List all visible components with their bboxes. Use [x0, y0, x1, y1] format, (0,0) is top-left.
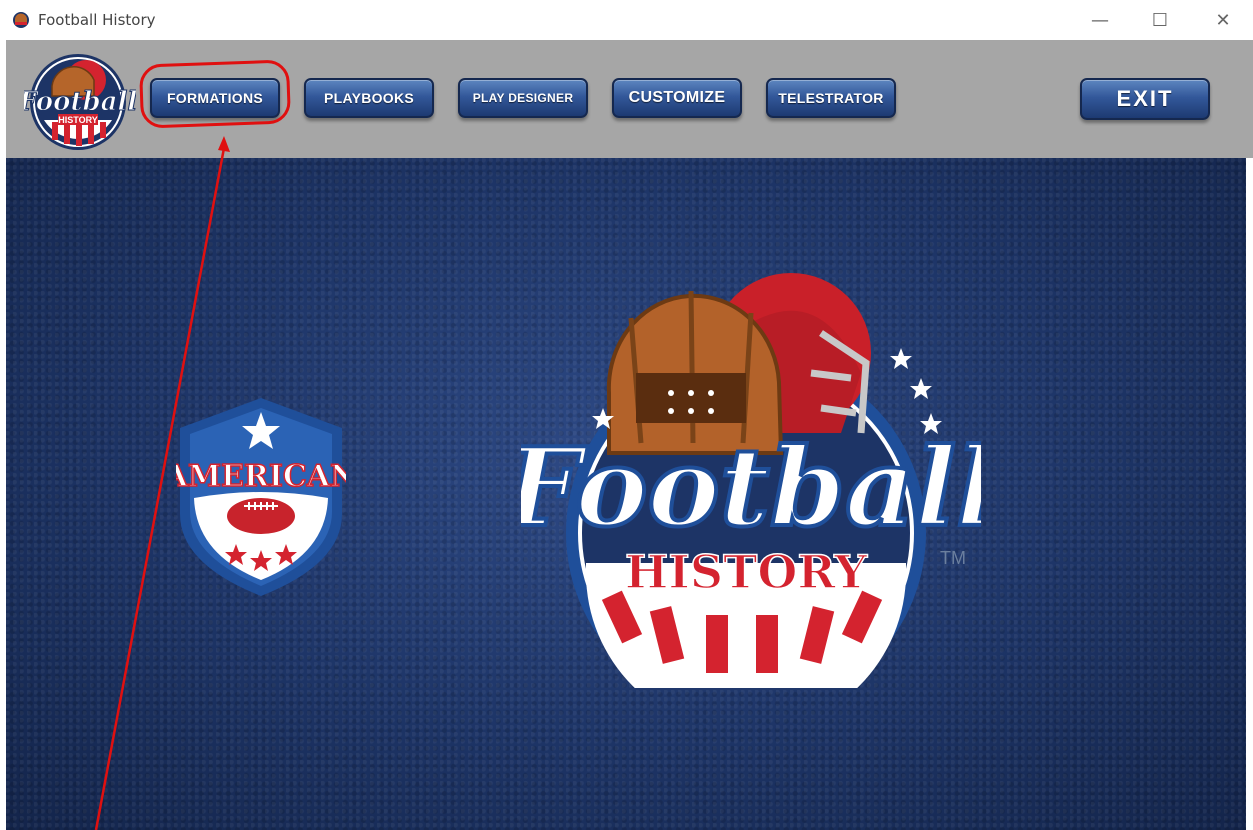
maximize-button[interactable]: ☐: [1130, 0, 1190, 40]
football-history-logo: Football HISTORY: [521, 273, 981, 688]
customize-button[interactable]: CUSTOMIZE: [612, 78, 742, 118]
play-designer-button[interactable]: PLAY DESIGNER: [458, 78, 588, 118]
window-title: Football History: [38, 11, 156, 29]
playbooks-button[interactable]: PLAYBOOKS: [304, 78, 434, 118]
football-history-logo-small[interactable]: Football HISTORY: [24, 46, 136, 154]
american-badge[interactable]: AMERICAN: [176, 394, 346, 600]
exit-button[interactable]: EXIT: [1080, 78, 1210, 120]
close-button[interactable]: ✕: [1193, 0, 1253, 40]
football-helmet-icon: [13, 12, 29, 28]
svg-text:Football: Football: [521, 425, 981, 551]
minimize-button[interactable]: —: [1070, 0, 1130, 40]
trademark-label: TM: [940, 548, 966, 568]
main-canvas: AMERICAN Football HISTORY TM: [6, 158, 1246, 830]
telestrator-button[interactable]: TELESTRATOR: [766, 78, 896, 118]
window-title-bar: Football History — ☐ ✕: [0, 0, 1253, 40]
svg-text:HISTORY: HISTORY: [625, 545, 868, 599]
app-toolbar: Football HISTORY FORMATIONS PLAYBOOKS PL…: [6, 40, 1253, 158]
annotation-circle: [138, 59, 292, 129]
svg-text:AMERICAN: AMERICAN: [176, 459, 346, 494]
svg-text:Football: Football: [24, 87, 136, 117]
svg-text:HISTORY: HISTORY: [58, 115, 98, 125]
